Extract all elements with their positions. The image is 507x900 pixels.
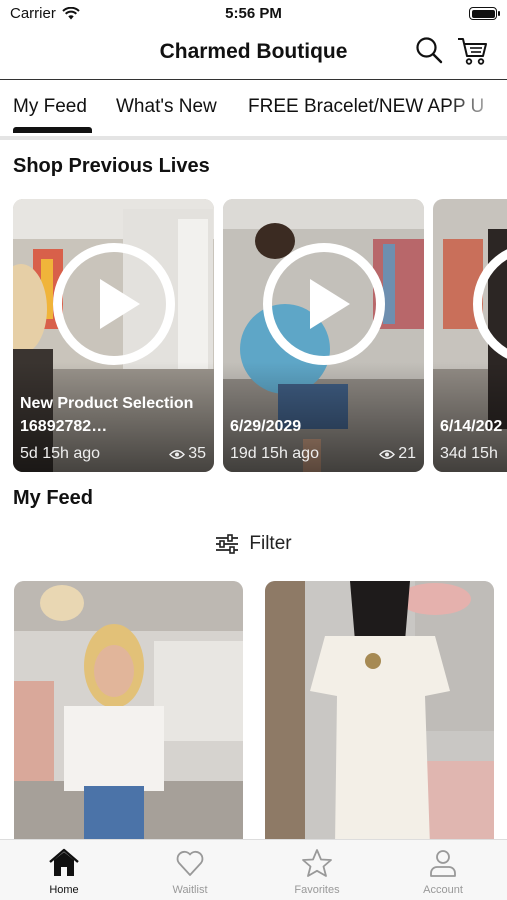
- star-icon: [302, 849, 332, 877]
- bottom-tab-bar: Home Waitlist Favorites Account: [0, 839, 507, 900]
- nav-home[interactable]: Home: [14, 848, 114, 896]
- filter-label: Filter: [249, 533, 292, 554]
- play-icon[interactable]: [53, 243, 175, 365]
- product-image: [14, 581, 243, 846]
- live-view-count: 35: [188, 445, 206, 462]
- filter-sliders-icon: [216, 534, 239, 554]
- tab-my-feed[interactable]: My Feed: [13, 96, 87, 118]
- live-card[interactable]: 6/29/2029 19d 15h ago 21: [223, 199, 424, 472]
- tabs-divider: [0, 136, 507, 140]
- nav-account-label: Account: [423, 884, 463, 896]
- filter-button[interactable]: Filter: [0, 533, 507, 555]
- heart-icon: [176, 850, 204, 876]
- live-view-count: 21: [398, 445, 416, 462]
- feed-tabs: My Feed What's New FREE Bracelet/NEW APP…: [0, 82, 507, 138]
- eye-icon: [169, 449, 186, 459]
- status-bar: Carrier 5:56 PM: [0, 0, 507, 28]
- live-time-ago: 19d 15h ago: [230, 445, 319, 462]
- previous-lives-carousel[interactable]: New Product Selection 16892782… 5d 15h a…: [13, 199, 507, 472]
- live-title: 6/29/2029: [230, 418, 302, 435]
- tab-whats-new[interactable]: What's New: [116, 96, 217, 118]
- battery-icon: [469, 7, 500, 20]
- live-time-ago: 5d 15h ago: [20, 445, 101, 462]
- product-image: [265, 581, 494, 846]
- status-time: 5:56 PM: [225, 5, 282, 22]
- play-icon[interactable]: [263, 243, 385, 365]
- section-title-feed: My Feed: [13, 487, 94, 509]
- nav-favorites-label: Favorites: [294, 884, 340, 896]
- live-time-ago: 34d 15h: [440, 445, 498, 462]
- live-card[interactable]: New Product Selection 16892782… 5d 15h a…: [13, 199, 214, 472]
- feed-product-card[interactable]: [14, 581, 243, 846]
- active-tab-indicator: [13, 127, 92, 133]
- feed-product-card[interactable]: [265, 581, 494, 846]
- nav-account[interactable]: Account: [393, 848, 493, 896]
- nav-waitlist-label: Waitlist: [172, 884, 208, 896]
- home-icon: [49, 848, 79, 876]
- nav-waitlist[interactable]: Waitlist: [140, 848, 240, 896]
- live-title: New Product Selection 16892782…: [20, 395, 194, 435]
- nav-home-label: Home: [49, 884, 79, 896]
- nav-favorites[interactable]: Favorites: [267, 848, 367, 896]
- search-icon[interactable]: [415, 36, 443, 64]
- live-title: 6/14/202: [440, 418, 503, 435]
- live-card[interactable]: 6/14/202 34d 15h: [433, 199, 507, 472]
- account-icon: [430, 850, 456, 877]
- section-title-lives: Shop Previous Lives: [13, 155, 210, 177]
- cart-icon[interactable]: [457, 36, 489, 66]
- eye-icon: [379, 449, 396, 459]
- nav-bar: Charmed Boutique: [0, 28, 507, 80]
